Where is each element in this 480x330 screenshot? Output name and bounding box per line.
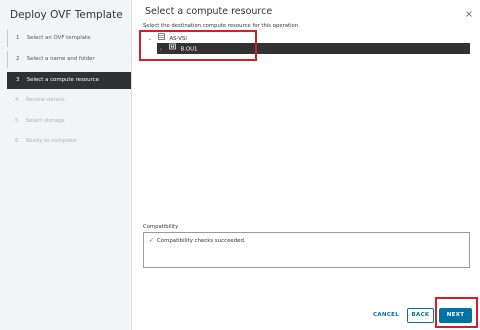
compatibility-panel: ✓ Compatibility checks succeeded. (143, 232, 470, 268)
instruction-text: Select the destination compute resource … (143, 23, 299, 29)
cluster-icon (168, 43, 176, 55)
compatibility-message-text: Compatibility checks succeeded. (157, 238, 246, 244)
step-label: Review details (25, 97, 65, 103)
step-number: 6 (15, 138, 19, 144)
back-button[interactable]: BACK (407, 308, 434, 323)
step-label: Select an OVF template (26, 35, 91, 41)
compatibility-message: ✓ Compatibility checks succeeded. (149, 237, 246, 245)
compute-resource-tree: ⌄ AS-VSI › B.OU1 (143, 31, 470, 221)
step-label: Select a name and folder (26, 56, 95, 62)
compatibility-label: Compatibility (143, 224, 179, 230)
step-select-storage: 5 Select storage (7, 113, 131, 130)
chevron-down-icon[interactable]: ⌄ (146, 34, 154, 44)
check-icon: ✓ (149, 237, 155, 244)
tree-node-datacenter[interactable]: ⌄ AS-VSI (146, 33, 187, 43)
step-number: 5 (15, 118, 19, 124)
deploy-ovf-wizard: Deploy OVF Template 1 Select an OVF temp… (0, 0, 480, 330)
step-ready-to-complete: 6 Ready to complete (7, 133, 131, 150)
step-label: Select a compute resource (26, 77, 99, 83)
step-select-ovf-template[interactable]: 1 Select an OVF template (7, 30, 131, 47)
step-number: 1 (16, 35, 20, 41)
next-button[interactable]: NEXT (439, 308, 472, 323)
cancel-button[interactable]: CANCEL (366, 308, 406, 323)
step-number: 2 (16, 56, 20, 62)
step-number: 3 (16, 77, 20, 83)
step-number: 4 (15, 97, 19, 103)
tree-node-label: B.OU1 (180, 46, 198, 53)
step-label: Select storage (25, 118, 65, 124)
chevron-right-icon[interactable]: › (157, 45, 165, 56)
page-title: Select a compute resource (145, 6, 273, 17)
step-select-compute-resource[interactable]: 3 Select a compute resource (7, 72, 131, 89)
close-icon[interactable]: × (463, 9, 475, 21)
step-label: Ready to complete (25, 138, 77, 144)
wizard-sidebar: Deploy OVF Template 1 Select an OVF temp… (0, 0, 132, 330)
wizard-title: Deploy OVF Template (10, 9, 123, 21)
step-select-name-folder[interactable]: 2 Select a name and folder (7, 51, 131, 68)
step-review-details: 4 Review details (7, 92, 131, 109)
tree-node-label: AS-VSI (169, 36, 187, 42)
tree-node-cluster-selected[interactable]: › B.OU1 (157, 43, 470, 54)
